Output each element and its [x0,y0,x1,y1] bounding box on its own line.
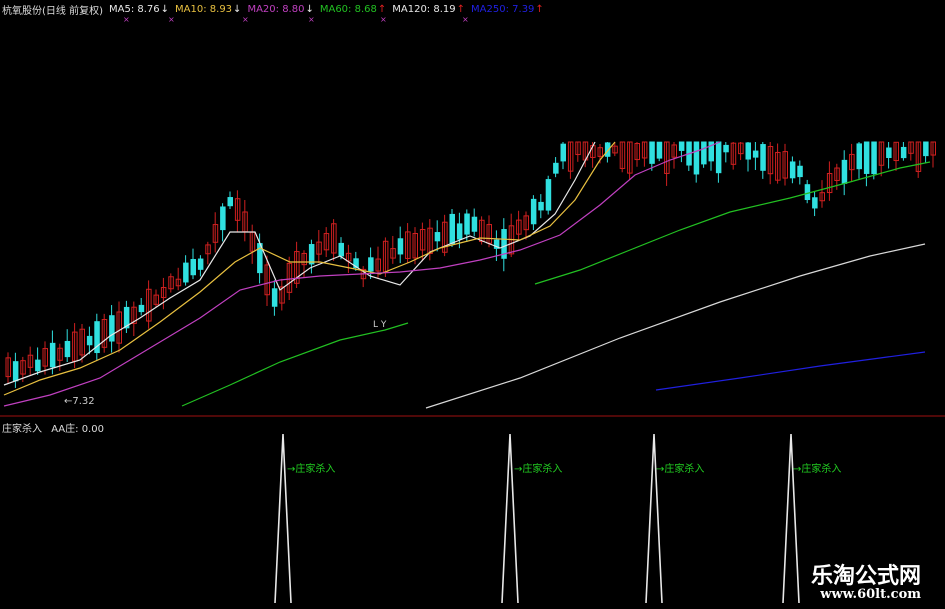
candle-body [138,304,145,313]
ma10-value: 8.93 [209,3,233,15]
candle-body [538,201,544,211]
candle-body [197,258,204,270]
candle-body [12,361,19,382]
candle-body [271,288,278,307]
ma5-value: 8.76 [137,3,160,15]
watermark-title: 乐淘公式网 [810,563,921,589]
ma10-arrow-icon: ↓ [233,3,242,15]
candle-body [449,213,455,245]
ma120-readout: MA120: 8.19↑ [392,4,465,15]
candle-body [760,144,766,171]
ma60-readout: MA60: 8.68↑ [320,4,386,15]
signal-label: →庄家杀入 [514,464,563,475]
candle-body [804,184,811,201]
candle-body [678,141,685,151]
ma250-label: MA250: [471,3,509,15]
x-mark-icon: × [168,15,175,24]
candle-body [308,244,315,265]
ma5-arrow-icon: ↓ [160,3,170,15]
ma250-readout: MA250: 7.39↑ [471,4,544,15]
x-mark-icon: × [123,15,130,24]
indicator-panel-header: 庄家杀入 AA庄: 0.00 [2,420,110,435]
signal-label: →庄家杀入 [656,464,705,475]
ma20-readout: MA20: 8.80↓ [247,4,313,15]
candle-body [693,141,700,175]
ma120-arrow-icon: ↑ [456,3,466,15]
candle-body [64,340,71,358]
candle-body [545,179,552,211]
candle-body [789,161,796,179]
candle-body [871,141,877,175]
candle-body [656,141,663,159]
indicator-title[interactable]: 庄家杀入 [2,424,42,435]
candle-body [190,258,196,276]
x-mark-icon: × [308,15,315,24]
moving-average-lines [3,141,931,409]
candle-body [553,162,559,174]
ma60-arrow-icon: ↑ [377,3,387,15]
candle-body [560,143,566,162]
candle-body [752,150,759,158]
candle-body [797,165,803,178]
indicator-value: AA庄: 0.00 [51,424,104,435]
candle-body [397,238,404,255]
candle-body [49,342,56,368]
candle-body [745,142,751,160]
chart-mark-label: L Y [373,320,387,330]
candle-body [530,198,537,225]
candle-body [464,213,470,235]
stock-title[interactable]: 杭氧股份(日线 前复权) [2,2,103,17]
candle-body [886,147,892,159]
candle-body [715,141,722,174]
candle-body [35,359,41,372]
candle-body [812,197,818,209]
ma20-label: MA20: [247,3,279,15]
ma250-value: 7.39 [512,3,535,15]
ma60-label: MA60: [319,3,352,15]
ma-line [181,161,931,407]
candle-body [649,141,655,164]
ma5-readout: MA5: 8.76↓ [109,4,169,15]
ma-line [425,243,926,409]
signal-label: →庄家杀入 [793,464,842,475]
ma10-label: MA10: [175,3,207,15]
candle-body [86,335,93,346]
ma250-arrow-icon: ↑ [535,3,544,15]
lowest-price-label: ←7.32 [64,396,95,407]
candle-body [456,223,463,240]
ma-line [3,141,721,407]
candle-body [723,144,729,153]
candle-body [856,143,862,170]
candle-body [841,159,848,184]
kline-chart[interactable] [0,0,945,609]
candle-body [701,141,707,165]
x-mark-icon: × [380,15,387,24]
x-mark-icon: × [462,15,469,24]
ma60-value: 8.68 [354,3,377,15]
ma10-readout: MA10: 8.93↓ [175,4,241,15]
candle-body [220,206,226,231]
x-mark-icon: × [242,15,249,24]
candle-body [471,216,478,232]
ma5-label: MA5: [108,3,135,15]
candle-body [434,232,441,242]
price-panel-header: 杭氧股份(日线 前复权) MA5: 8.76↓ MA10: 8.93↓ MA20… [2,2,544,17]
ma20-value: 8.80 [282,3,305,15]
candle-body [368,257,374,272]
ma20-arrow-icon: ↓ [305,3,314,15]
ma120-label: MA120: [392,3,431,15]
candle-body [900,146,907,159]
candle-body [338,242,344,257]
signal-label: →庄家杀入 [287,464,336,475]
candle-body [923,141,929,157]
ma120-value: 8.19 [433,3,456,15]
watermark-url: www.60lt.com [820,587,921,602]
ma-line [655,351,926,391]
candle-body [183,262,189,283]
candle-body [863,141,870,174]
candle-body [109,315,115,342]
candle-body [227,197,233,207]
